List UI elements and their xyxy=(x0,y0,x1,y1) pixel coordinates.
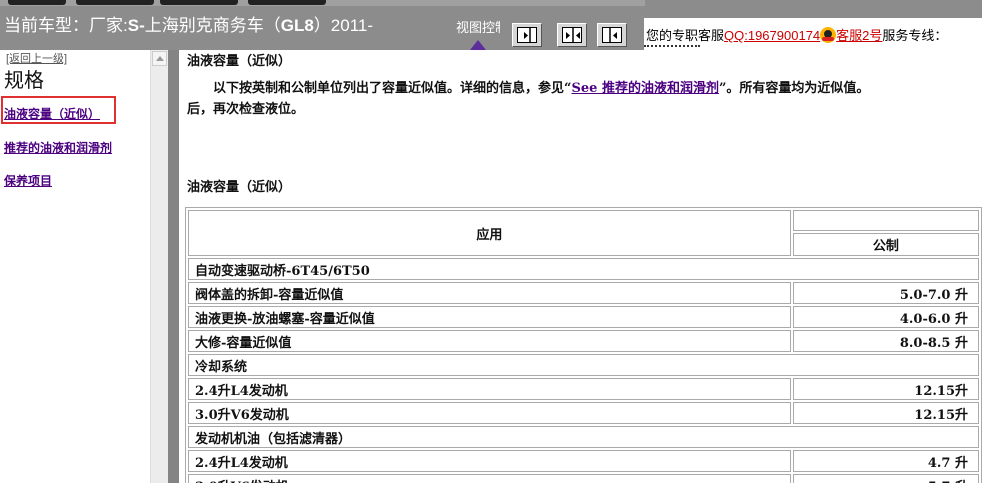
table-section-row: 冷却系统 xyxy=(188,354,979,376)
row-value: 12.15升 xyxy=(792,402,979,424)
sidebar-title: 规格 xyxy=(4,70,44,92)
recommended-fluids-link[interactable]: See 推荐的油液和润滑剂 xyxy=(571,81,718,96)
row-value: 4.7 升 xyxy=(792,450,979,472)
row-value: 8.0-8.5 升 xyxy=(792,330,979,352)
agent-link[interactable]: 客服2号 xyxy=(836,28,882,43)
service-label: 您的专职客服 xyxy=(646,28,725,43)
table-row: 3.0升V6发动机5.7 升 xyxy=(188,474,979,483)
row-label: 3.0升V6发动机 xyxy=(188,402,791,424)
column-header-blank xyxy=(792,210,979,232)
expand-both-icon xyxy=(566,28,580,43)
table-row: 2.4升L4发动机 12.15升 xyxy=(188,378,979,400)
expand-both-button[interactable] xyxy=(557,23,587,47)
section-label: 冷却系统 xyxy=(188,354,979,376)
row-value: 5.7 升 xyxy=(792,474,979,483)
main-content: 油液容量（近似） 以下按英制和公制单位列出了容量近似值。详细的信息，参见“See… xyxy=(179,50,982,483)
tab-3[interactable] xyxy=(160,0,238,5)
section-label: 发动机机油（包括滤清器） xyxy=(188,426,979,448)
view-control-arrow-icon[interactable] xyxy=(470,40,486,50)
collapse-left-icon xyxy=(524,28,531,43)
customer-service-panel: 您的专职客服QQ:1967900174 客服2号服务专线： xyxy=(644,18,982,50)
tab-4[interactable] xyxy=(248,0,326,5)
row-label: 大修-容量近似值 xyxy=(188,330,791,352)
sidebar-item-fluid-capacity[interactable]: 油液容量（近似） xyxy=(4,105,100,122)
tab-2[interactable] xyxy=(76,0,154,5)
sidebar-item-recommended-fluids[interactable]: 推荐的油液和润滑剂 xyxy=(4,139,112,156)
table-row: 大修-容量近似值 8.0-8.5 升 xyxy=(188,330,979,352)
collapse-right-button[interactable] xyxy=(597,23,627,47)
column-header-application: 应用 xyxy=(188,210,791,256)
hotline-label: 服务专线： xyxy=(882,28,948,43)
table-title: 油液容量（近似） xyxy=(187,180,292,195)
view-control-label: 视图控制 xyxy=(456,18,500,50)
table-section-row: 自动变速驱动桥-6T45/6T50 xyxy=(188,258,979,280)
row-label: 2.4升L4发动机 xyxy=(188,450,791,472)
page-title: 油液容量（近似） xyxy=(187,54,292,69)
row-label: 阀体盖的拆卸-容量近似值 xyxy=(188,282,791,304)
table-row: 3.0升V6发动机 12.15升 xyxy=(188,402,979,424)
sidebar: [返回上一级] 规格 油液容量（近似） 推荐的油液和润滑剂 保养项目 xyxy=(0,50,150,483)
sidebar-scrollbar[interactable] xyxy=(150,50,168,483)
current-car-model: 当前车型：厂家:S-上海别克商务车（GL8）2011- xyxy=(4,16,374,35)
collapse-left-button[interactable] xyxy=(512,23,542,47)
table-row: 油液更换-放油螺塞-容量近似值 4.0-6.0 升 xyxy=(188,306,979,328)
dotted-underline xyxy=(644,45,700,47)
header-bar: 当前车型：厂家:S-上海别克商务车（GL8）2011- 视图控制 您的专职客服Q… xyxy=(0,0,982,50)
sidebar-item-maintenance[interactable]: 保养项目 xyxy=(4,172,52,189)
row-label: 油液更换-放油螺塞-容量近似值 xyxy=(188,306,791,328)
frame-divider[interactable] xyxy=(168,50,179,483)
intro-paragraph: 以下按英制和公制单位列出了容量近似值。详细的信息，参见“See 推荐的油液和润滑… xyxy=(187,81,870,117)
collapse-right-icon xyxy=(609,28,617,43)
section-label: 自动变速驱动桥-6T45/6T50 xyxy=(188,258,979,280)
table-row: 阀体盖的拆卸-容量近似值 5.0-7.0 升 xyxy=(188,282,979,304)
row-label: 3.0升V6发动机 xyxy=(188,474,791,483)
table-row: 2.4升L4发动机 4.7 升 xyxy=(188,450,979,472)
table-section-row: 发动机机油（包括滤清器） xyxy=(188,426,979,448)
row-label: 2.4升L4发动机 xyxy=(188,378,791,400)
column-header-metric: 公制 xyxy=(792,233,979,256)
row-value: 4.0-6.0 升 xyxy=(792,306,979,328)
capacity-table: 应用 公制 自动变速驱动桥-6T45/6T50 阀体盖的拆卸-容量近似值 5.0-7… xyxy=(185,207,982,483)
row-value: 5.0-7.0 升 xyxy=(792,282,979,304)
qq-link[interactable]: QQ:1967900174 xyxy=(724,28,820,43)
row-value: 12.15升 xyxy=(792,378,979,400)
qq-penguin-icon[interactable] xyxy=(820,27,837,43)
tab-strip xyxy=(0,0,645,6)
scroll-up-icon[interactable] xyxy=(152,51,167,66)
tab-1[interactable] xyxy=(8,0,66,5)
